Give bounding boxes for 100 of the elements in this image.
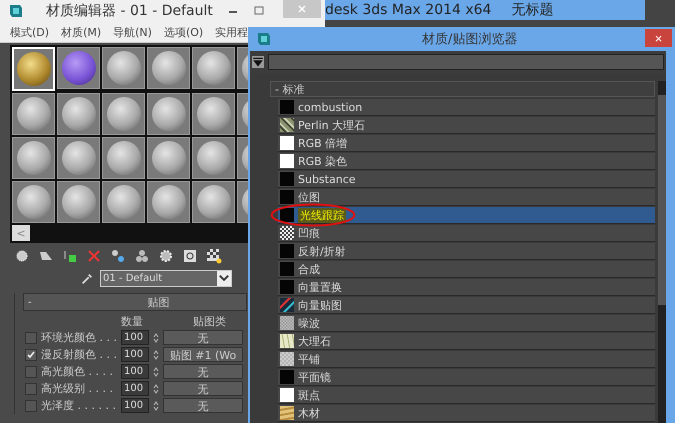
collapse-toggle[interactable]: - bbox=[24, 296, 36, 308]
amount-field[interactable]: 100 bbox=[121, 330, 149, 345]
spinner-icon[interactable] bbox=[153, 366, 159, 378]
dotted-sphere-icon[interactable] bbox=[14, 248, 30, 264]
material-sphere bbox=[16, 97, 50, 131]
app-logo-icon bbox=[256, 31, 272, 47]
map-list-item[interactable]: Substance bbox=[278, 171, 655, 188]
map-list-item[interactable]: 向量置换 bbox=[278, 279, 655, 296]
sample-slot[interactable] bbox=[192, 137, 235, 179]
close-button[interactable]: × bbox=[645, 29, 672, 47]
map-list-item[interactable]: 反射/折射 bbox=[278, 243, 655, 260]
map-swatch-icon bbox=[280, 298, 294, 312]
gear-icon[interactable] bbox=[158, 248, 174, 264]
material-name-dropdown[interactable]: 01 - Default bbox=[100, 270, 232, 287]
sample-slot[interactable] bbox=[192, 93, 235, 135]
map-list-item[interactable]: 合成 bbox=[278, 261, 655, 278]
spinner-icon[interactable] bbox=[153, 382, 159, 394]
map-swatch-icon bbox=[280, 226, 294, 240]
menu-item[interactable]: 导航(N) bbox=[113, 24, 152, 40]
map-list-item[interactable]: combustion bbox=[278, 99, 655, 116]
sample-slot[interactable] bbox=[147, 93, 190, 135]
sample-slot[interactable] bbox=[12, 93, 55, 135]
spinner-icon[interactable] bbox=[153, 400, 159, 412]
map-list-item[interactable]: 平面镜 bbox=[278, 369, 655, 386]
menu-item[interactable]: 模式(D) bbox=[10, 24, 50, 40]
checkbox[interactable] bbox=[25, 366, 37, 378]
map-list-item[interactable]: 大理石 bbox=[278, 333, 655, 350]
menu-item[interactable]: 实用程 bbox=[215, 24, 248, 40]
amount-field[interactable]: 100 bbox=[121, 381, 149, 396]
sample-slot[interactable] bbox=[102, 181, 145, 223]
sample-slot[interactable] bbox=[12, 181, 55, 223]
checkbox[interactable] bbox=[25, 348, 37, 360]
map-button[interactable]: 无 bbox=[163, 364, 243, 379]
map-channel-label: 高光级别 . . . . bbox=[41, 381, 114, 396]
checkbox[interactable] bbox=[25, 400, 37, 412]
map-list-item[interactable]: 凹痕 bbox=[278, 225, 655, 242]
rollout-header[interactable]: - 贴图 bbox=[23, 293, 247, 311]
sample-slot[interactable] bbox=[147, 181, 190, 223]
menu-item[interactable]: 选项(O) bbox=[164, 24, 204, 40]
map-swatch-icon bbox=[280, 190, 294, 204]
sample-slot[interactable] bbox=[12, 137, 55, 179]
spinner-icon[interactable] bbox=[153, 332, 159, 344]
map-list-item[interactable]: 斑点 bbox=[278, 387, 655, 404]
sample-slot[interactable] bbox=[147, 47, 190, 89]
material-sphere bbox=[152, 141, 186, 175]
sample-slot[interactable] bbox=[147, 137, 190, 179]
delete-icon[interactable] bbox=[86, 248, 102, 264]
column-header: 贴图类 bbox=[193, 314, 226, 328]
sample-slot[interactable] bbox=[57, 181, 100, 223]
amount-field[interactable]: 100 bbox=[121, 398, 149, 413]
map-button[interactable]: 无 bbox=[163, 381, 243, 396]
dropdown-caret-icon bbox=[217, 271, 231, 286]
map-list-item[interactable]: 光线跟踪 bbox=[278, 207, 655, 224]
spinner-icon[interactable] bbox=[153, 348, 159, 360]
close-button[interactable] bbox=[282, 0, 321, 18]
map-list-item[interactable]: 平铺 bbox=[278, 351, 655, 368]
map-list-item[interactable]: 噪波 bbox=[278, 315, 655, 332]
map-list-item[interactable]: RGB 染色 bbox=[278, 153, 655, 170]
map-list-item[interactable]: 位图 bbox=[278, 189, 655, 206]
menu-arrow-icon[interactable] bbox=[252, 56, 264, 68]
eyedropper-icon[interactable] bbox=[80, 272, 94, 286]
sample-slot[interactable] bbox=[102, 47, 145, 89]
map-list-item[interactable]: RGB 倍增 bbox=[278, 135, 655, 152]
sample-slot[interactable] bbox=[192, 181, 235, 223]
map-list-item[interactable]: 木材 bbox=[278, 405, 655, 422]
app-title: desk 3ds Max 2014 x64 bbox=[325, 2, 492, 18]
map-swatch-icon bbox=[280, 154, 294, 168]
sample-slot[interactable] bbox=[57, 93, 100, 135]
map-button[interactable]: 无 bbox=[163, 398, 243, 413]
map-list-item[interactable]: 向量贴图 bbox=[278, 297, 655, 314]
map-button[interactable]: 无 bbox=[163, 330, 243, 345]
menu-item[interactable]: 材质(M) bbox=[61, 24, 102, 40]
material-sphere bbox=[106, 51, 140, 85]
sample-slot[interactable] bbox=[102, 93, 145, 135]
search-field[interactable] bbox=[268, 54, 664, 70]
amount-field[interactable]: 100 bbox=[121, 364, 149, 379]
window-title: 材质编辑器 - 01 - Default bbox=[46, 2, 213, 20]
maximize-icon[interactable] bbox=[252, 5, 265, 17]
amount-field[interactable]: 100 bbox=[121, 347, 149, 362]
document-title: 无标题 bbox=[511, 1, 554, 19]
scrollbar-thumb[interactable] bbox=[658, 95, 666, 305]
group-title: - 标准 bbox=[275, 82, 304, 96]
spheres-group-icon[interactable] bbox=[134, 248, 150, 264]
map-list-item[interactable]: Perlin 大理石 bbox=[278, 117, 655, 134]
material-sphere bbox=[62, 185, 96, 219]
checker-icon[interactable] bbox=[206, 248, 222, 264]
cube-icon[interactable] bbox=[62, 248, 78, 264]
checkbox[interactable] bbox=[25, 332, 37, 344]
scrollbar[interactable] bbox=[658, 81, 666, 423]
sample-slot[interactable] bbox=[57, 137, 100, 179]
group-header[interactable]: - 标准 bbox=[270, 81, 655, 97]
rollout-title: 贴图 bbox=[148, 294, 170, 310]
checkbox[interactable] bbox=[25, 382, 37, 394]
material-sphere bbox=[152, 97, 186, 131]
sample-slot[interactable] bbox=[192, 47, 235, 89]
spheres-icon[interactable] bbox=[110, 248, 126, 264]
sample-slot[interactable] bbox=[102, 137, 145, 179]
window-title: 材质/贴图浏览器 bbox=[422, 31, 518, 48]
sample-slot[interactable] bbox=[57, 47, 100, 89]
map-button[interactable]: 贴图 #1 (Wo bbox=[163, 347, 243, 362]
